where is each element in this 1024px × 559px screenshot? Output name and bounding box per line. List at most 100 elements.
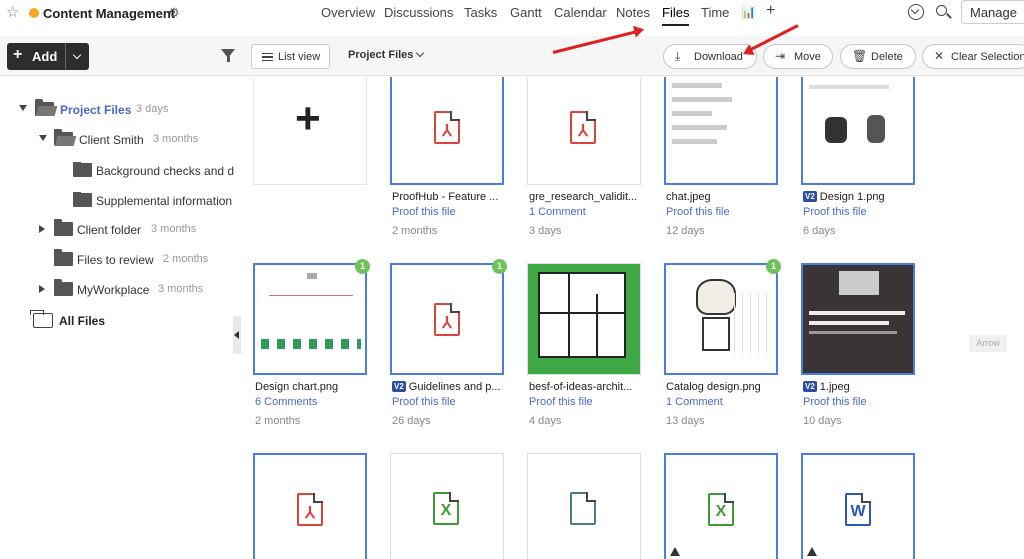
- tab-gantt[interactable]: Gantt: [510, 5, 542, 20]
- tree-ago: 2 months: [163, 253, 209, 265]
- move-icon: ⇥: [775, 49, 786, 63]
- tree-label: MyWorkplace: [77, 283, 150, 297]
- active-tab-underline: [662, 24, 689, 26]
- add-button[interactable]: + Add: [7, 43, 89, 70]
- file-thumbnail[interactable]: [527, 263, 641, 375]
- tree-item-client-folder[interactable]: Client folder 3 months: [0, 219, 240, 241]
- file-name[interactable]: Design chart.png: [255, 381, 369, 393]
- cartoon-preview-head: [696, 279, 736, 315]
- caret-right-icon[interactable]: [39, 225, 45, 233]
- file-proof-link[interactable]: Proof this file: [666, 206, 730, 218]
- new-file-thumb: +: [253, 77, 367, 185]
- file-name-text: Design 1.png: [819, 191, 885, 203]
- word-glyph: W: [850, 503, 866, 520]
- file-name[interactable]: besf-of-ideas-archit...: [529, 381, 643, 393]
- add-dropdown-chevron-icon[interactable]: [72, 50, 82, 60]
- file-thumbnail[interactable]: X: [664, 453, 778, 559]
- folder-open-icon: [35, 99, 54, 116]
- article-preview-text: [809, 311, 905, 315]
- file-thumbnail[interactable]: ⅄: [390, 263, 504, 375]
- file-ago: 6 days: [803, 225, 836, 237]
- move-button[interactable]: ⇥ Move: [763, 44, 833, 69]
- file-comments-link[interactable]: 6 Comments: [255, 396, 317, 408]
- file-thumbnail[interactable]: [253, 263, 367, 375]
- manage-dropdown[interactable]: Manage: [961, 0, 1024, 24]
- file-comments-link[interactable]: 1 Comment: [666, 396, 723, 408]
- file-thumbnail[interactable]: [664, 263, 778, 375]
- file-thumbnail[interactable]: W: [801, 453, 915, 559]
- caret-right-icon[interactable]: [39, 285, 45, 293]
- tab-files[interactable]: Files: [662, 5, 689, 20]
- excel-glyph: X: [440, 502, 452, 519]
- floorplan-preview-image: [538, 272, 626, 358]
- file-thumbnail[interactable]: [527, 453, 641, 559]
- list-view-button[interactable]: List view: [251, 44, 330, 69]
- file-ago: 2 months: [255, 415, 301, 427]
- tree-label: Supplemental information: [96, 194, 233, 208]
- project-files-dropdown[interactable]: Project Files: [348, 49, 413, 61]
- tree-item-client-smith[interactable]: Client Smith 3 months: [0, 129, 240, 151]
- tree-item-background-checks[interactable]: Background checks and d: [0, 162, 234, 182]
- tab-calendar[interactable]: Calendar: [554, 5, 607, 20]
- file-thumbnail[interactable]: [801, 77, 915, 185]
- clear-selection-button[interactable]: ✕ Clear Selection: [922, 44, 1024, 69]
- plus-icon: +: [295, 94, 321, 143]
- file-proof-link[interactable]: Proof this file: [392, 396, 456, 408]
- plus-icon: +: [13, 46, 23, 63]
- tab-time[interactable]: Time: [701, 5, 729, 20]
- delete-button[interactable]: 🗑 Delete: [840, 44, 916, 69]
- image-preview-text: [809, 85, 889, 89]
- generic-file-icon: [570, 492, 596, 525]
- file-name[interactable]: ProofHub - Feature ...: [392, 191, 506, 203]
- file-ago: 3 days: [529, 225, 562, 237]
- notifications-down-icon[interactable]: [908, 4, 924, 20]
- collapse-sidebar-handle[interactable]: [233, 316, 241, 354]
- tab-tasks[interactable]: Tasks: [464, 5, 497, 20]
- all-files-link[interactable]: All Files: [59, 314, 105, 328]
- clear-selection-label: Clear Selection: [951, 51, 1024, 63]
- file-proof-link[interactable]: Proof this file: [529, 396, 593, 408]
- filter-icon[interactable]: [221, 49, 235, 62]
- tree-item-myworkplace[interactable]: MyWorkplace 3 months: [0, 279, 240, 301]
- laptop-preview-image: [839, 271, 879, 295]
- file-name[interactable]: Catalog design.png: [666, 381, 780, 393]
- file-thumbnail[interactable]: [801, 263, 915, 375]
- add-tab-plus-icon[interactable]: +: [766, 2, 775, 20]
- search-icon[interactable]: [936, 5, 947, 16]
- file-thumbnail[interactable]: [664, 77, 778, 185]
- tree-item-project-files[interactable]: Project Files 3 days: [0, 99, 240, 121]
- add-button-separator: [65, 43, 66, 70]
- chevron-down-icon[interactable]: [415, 48, 425, 58]
- file-name[interactable]: V2 1.jpeg: [803, 381, 917, 393]
- move-label: Move: [794, 51, 821, 63]
- file-name[interactable]: V2 Guidelines and p...: [392, 381, 506, 393]
- file-thumbnail[interactable]: ⅄: [527, 77, 641, 185]
- tree-item-files-to-review[interactable]: Files to review 2 months: [0, 249, 240, 271]
- file-ago: 2 months: [392, 225, 438, 237]
- file-name[interactable]: gre_research_validit...: [529, 191, 643, 203]
- trash-icon: 🗑: [852, 49, 868, 63]
- chat-preview-image: [672, 83, 772, 144]
- caret-down-icon[interactable]: [19, 105, 27, 111]
- favorite-star-icon[interactable]: ☆: [6, 5, 19, 20]
- tab-overview[interactable]: Overview: [321, 5, 375, 20]
- tab-notes[interactable]: Notes: [616, 5, 650, 20]
- file-proof-link[interactable]: Proof this file: [803, 396, 867, 408]
- file-name[interactable]: V2 Design 1.png: [803, 191, 917, 203]
- file-thumbnail[interactable]: ⅄: [253, 453, 367, 559]
- file-proof-link[interactable]: Proof this file: [392, 206, 456, 218]
- file-comments-link[interactable]: 1 Comment: [529, 206, 586, 218]
- cartoon-preview-calendar: [734, 293, 772, 353]
- files-toolbar: + Add List view Project Files ⤓ Download…: [0, 36, 1024, 76]
- tab-discussions[interactable]: Discussions: [384, 5, 453, 20]
- reports-chart-icon[interactable]: 📊: [741, 5, 756, 19]
- file-proof-link[interactable]: Proof this file: [803, 206, 867, 218]
- pdf-icon: ⅄: [297, 493, 323, 526]
- tree-item-supplemental[interactable]: Supplemental information: [0, 192, 234, 212]
- file-thumbnail[interactable]: X: [390, 453, 504, 559]
- file-name[interactable]: chat.jpeg: [666, 191, 780, 203]
- file-thumbnail[interactable]: ⅄: [390, 77, 504, 185]
- project-title[interactable]: Content Management: [43, 6, 175, 21]
- caret-down-icon[interactable]: [39, 135, 47, 141]
- project-settings-gear-icon[interactable]: ⚙: [168, 5, 180, 21]
